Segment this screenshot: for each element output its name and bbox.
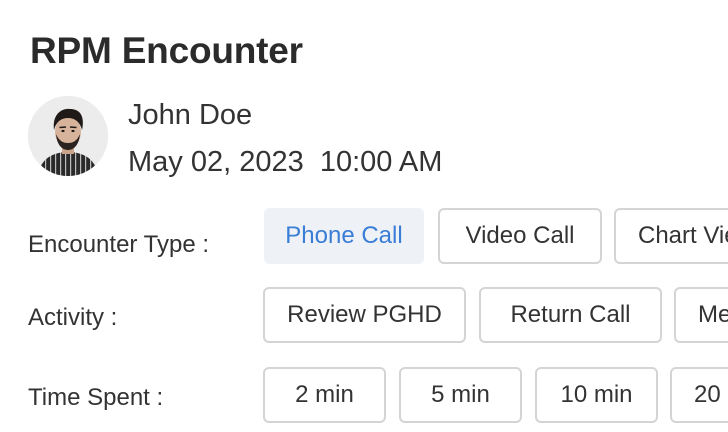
activity-options: Review PGHD Return Call Me	[0, 287, 728, 347]
time-spent-option-20-min[interactable]: 20 m	[670, 367, 728, 423]
time-spent-option-10-min[interactable]: 10 min	[535, 367, 658, 423]
encounter-type-option-phone-call[interactable]: Phone Call	[264, 208, 424, 264]
activity-option-review-pghd[interactable]: Review PGHD	[263, 287, 466, 343]
time-spent-option-5-min[interactable]: 5 min	[399, 367, 522, 423]
time-spent-option-2-min[interactable]: 2 min	[263, 367, 386, 423]
encounter-type-option-video-call[interactable]: Video Call	[438, 208, 602, 264]
encounter-datetime: May 02, 2023 10:00 AM	[128, 146, 443, 178]
time-spent-options: 2 min 5 min 10 min 20 m	[0, 367, 728, 427]
page-title: RPM Encounter	[30, 30, 303, 71]
encounter-type-options: Phone Call Video Call Chart Vie	[0, 208, 728, 268]
patient-avatar	[28, 96, 108, 176]
patient-name: John Doe	[128, 99, 253, 131]
person-portrait-icon	[28, 96, 108, 176]
encounter-type-option-chart-view[interactable]: Chart Vie	[614, 208, 728, 264]
activity-option-partial[interactable]: Me	[674, 287, 728, 343]
activity-option-return-call[interactable]: Return Call	[479, 287, 662, 343]
rpm-encounter-panel: RPM Encounter John Doe May 02, 2023 10:0…	[0, 0, 728, 432]
